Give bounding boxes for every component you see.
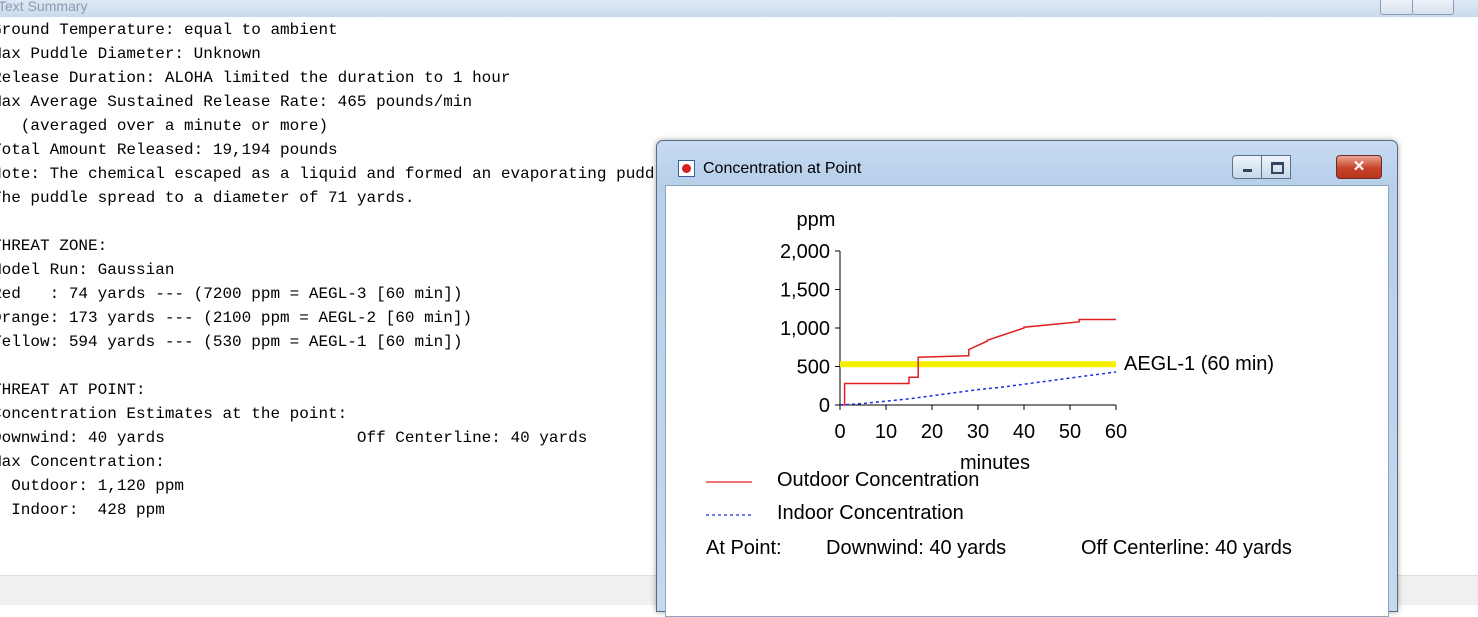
minimize-icon[interactable]: [1380, 0, 1414, 15]
x-tick-label: 30: [967, 421, 989, 443]
summary-line: Orange: 173 yards --- (2100 ppm = AEGL-2…: [0, 309, 473, 327]
app-icon[interactable]: [678, 160, 695, 177]
downwind-text: Downwind: 40 yards: [826, 537, 1006, 559]
concentration-chart: ppm minutes 05001,0001,5002,0000 10 20 30 40…: [706, 209, 1292, 559]
minimize-button[interactable]: [1232, 155, 1262, 179]
x-tick-label: 0: [834, 421, 845, 443]
summary-line: Max Puddle Diameter: Unknown: [0, 45, 261, 63]
close-button[interactable]: [1336, 155, 1382, 179]
chart-area: ppm minutes 0 500 1,000 1,500 2,000 0 10 20 30 40…: [665, 185, 1389, 617]
summary-line: THREAT ZONE:: [0, 237, 108, 255]
window-title: Concentration at Point: [703, 160, 862, 177]
summary-line: Model Run: Gaussian: [0, 261, 175, 279]
chart-marks: AEGL-1 (60 min): [839, 318, 1274, 406]
legend-label-outdoor: Outdoor Concentration: [777, 469, 979, 491]
text-summary-margin: [1386, 17, 1478, 575]
summary-line: (averaged over a minute or more): [0, 117, 329, 135]
summary-line: Indoor: 428 ppm: [0, 501, 165, 519]
summary-line: Red : 74 yards --- (7200 ppm = AEGL-3 [6…: [0, 285, 463, 303]
summary-line: Max Concentration:: [0, 453, 165, 471]
legend-label-indoor: Indoor Concentration: [777, 502, 964, 524]
y-tick-label: 1,000: [780, 318, 830, 340]
text-summary-title: Text Summary: [0, 0, 88, 14]
y-tick-label: 2,000: [780, 241, 830, 263]
off-centerline-text: Off Centerline: 40 yards: [1081, 537, 1292, 559]
legend: Outdoor Concentration Indoor Concentratio…: [706, 469, 979, 524]
y-tick-label: 500: [797, 357, 830, 379]
y-tick-label: 1,500: [780, 280, 830, 302]
at-point-label: At Point:: [706, 537, 782, 559]
summary-line: Note: The chemical escaped as a liquid a…: [0, 165, 684, 183]
x-tick-label: 10: [875, 421, 897, 443]
y-tick-label: 0: [819, 395, 830, 417]
summary-line: The puddle spread to a diameter of 71 ya…: [0, 189, 415, 207]
y-axis-label: ppm: [797, 209, 836, 231]
summary-line: Concentration Estimates at the point:: [0, 405, 348, 423]
summary-line: Total Amount Released: 19,194 pounds: [0, 141, 338, 159]
x-tick-label: 40: [1013, 421, 1035, 443]
summary-line: Release Duration: ALOHA limited the dura…: [0, 69, 511, 87]
summary-line: THREAT AT POINT:: [0, 381, 146, 399]
summary-line: Outdoor: 1,120 ppm: [0, 477, 185, 495]
maximize-icon[interactable]: [1412, 0, 1454, 15]
maximize-button[interactable]: [1261, 155, 1291, 179]
threshold-label: AEGL-1 (60 min): [1124, 353, 1274, 375]
x-tick-label: 50: [1059, 421, 1081, 443]
text-summary-titlebar[interactable]: Text Summary: [0, 0, 1478, 18]
summary-line: Max Average Sustained Release Rate: 465 …: [0, 93, 473, 111]
summary-line: Ground Temperature: equal to ambient: [0, 21, 338, 39]
x-tick-label: 20: [921, 421, 943, 443]
summary-line: Yellow: 594 yards --- (530 ppm = AEGL-1 …: [0, 333, 463, 351]
x-tick-label: 60: [1105, 421, 1127, 443]
concentration-window: Concentration at Point ppm minutes 05001…: [656, 140, 1398, 617]
axes: 0 500 1,000 1,500 2,000 0 10 20 30 40 50 60: [780, 241, 1127, 443]
indoor-series-line: [839, 371, 1117, 406]
summary-line: Downwind: 40 yards Off Centerline: 40 ya…: [0, 429, 588, 447]
